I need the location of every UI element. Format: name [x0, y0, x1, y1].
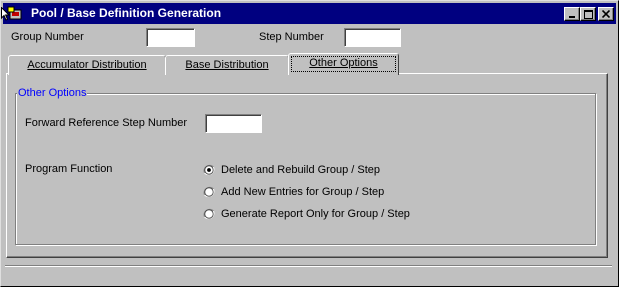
app-window: Pool / Base Definition Generation Group …	[0, 0, 619, 287]
divider	[5, 265, 612, 266]
step-number-input[interactable]	[344, 28, 401, 47]
minimize-icon	[569, 16, 575, 18]
radio-button[interactable]	[203, 186, 215, 198]
radio-label: Generate Report Only for Group / Step	[221, 208, 410, 220]
mouse-pointer-icon	[1, 6, 11, 21]
close-button[interactable]	[598, 7, 614, 21]
window-title: Pool / Base Definition Generation	[31, 6, 222, 20]
step-number-label: Step Number	[259, 31, 324, 43]
tab-other-options[interactable]: Other Options	[288, 53, 399, 75]
tab-accumulator-distribution[interactable]: Accumulator Distribution	[8, 55, 166, 75]
title-bar[interactable]: Pool / Base Definition Generation	[3, 3, 616, 24]
forward-reference-input[interactable]	[205, 114, 262, 133]
group-number-input[interactable]	[146, 28, 195, 47]
tab-label: Other Options	[309, 57, 378, 69]
tab-label: Accumulator Distribution	[27, 59, 147, 71]
minimize-button[interactable]	[564, 7, 580, 21]
radio-label: Delete and Rebuild Group / Step	[221, 164, 380, 176]
group-title: Other Options	[17, 87, 88, 99]
group-number-label: Group Number	[11, 31, 84, 43]
program-function-label: Program Function	[25, 163, 113, 175]
forward-reference-label: Forward Reference Step Number	[25, 117, 188, 129]
radio-label: Add New Entries for Group / Step	[221, 186, 385, 198]
maximize-button[interactable]	[580, 7, 596, 21]
tab-base-distribution[interactable]: Base Distribution	[165, 55, 289, 75]
close-icon	[602, 10, 610, 18]
tab-label: Base Distribution	[185, 59, 269, 71]
radio-button-selected[interactable]	[203, 164, 215, 176]
radio-button[interactable]	[203, 208, 215, 220]
maximize-icon	[583, 9, 593, 19]
